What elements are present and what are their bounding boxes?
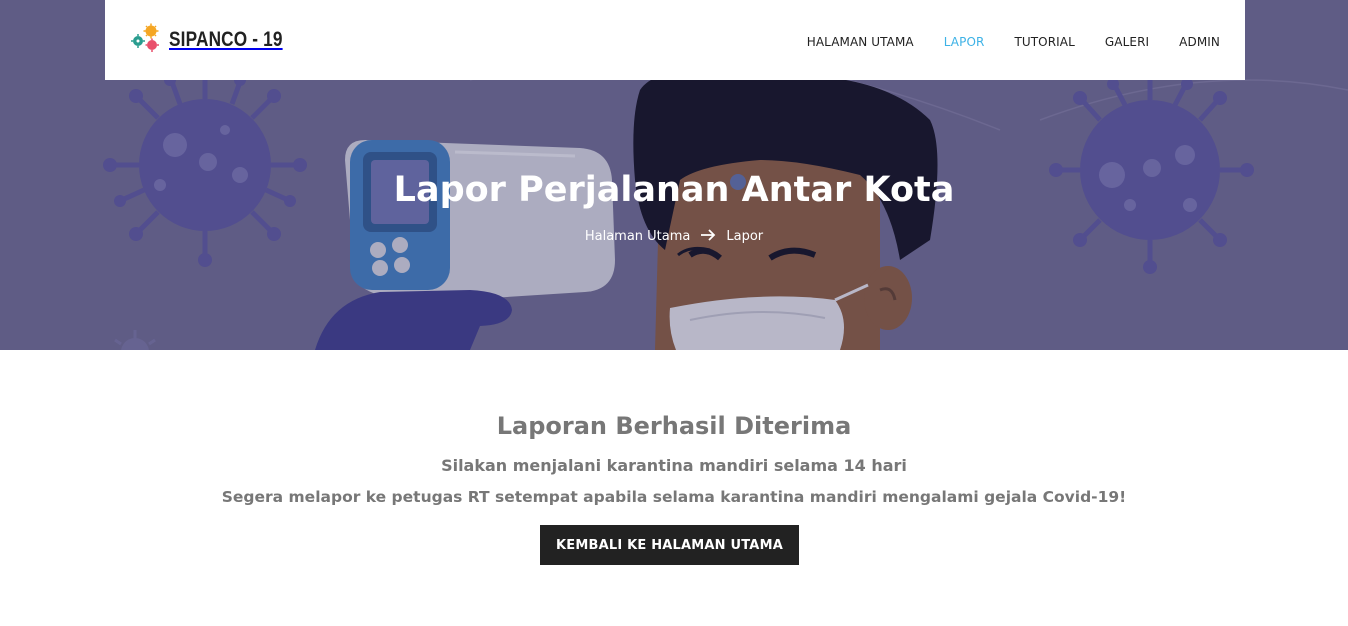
back-to-home-button[interactable]: KEMBALI KE HALAMAN UTAMA [540, 525, 799, 565]
nav-item-halaman-utama[interactable]: HALAMAN UTAMA [807, 35, 914, 49]
success-section: Laporan Berhasil Diterima Silakan menjal… [0, 350, 1348, 626]
virus-cluster-icon [129, 23, 161, 57]
success-title: Laporan Berhasil Diterima [496, 412, 852, 440]
brand-logo-link[interactable]: SIPANCO - 19 [129, 23, 308, 57]
navbar: SIPANCO - 19 HALAMAN UTAMA LAPOR TUTORIA… [105, 0, 1245, 80]
quarantine-message: Silakan menjalani karantina mandiri sela… [441, 456, 907, 475]
breadcrumb: Halaman Utama Lapor [0, 228, 1348, 244]
page-title: Lapor Perjalanan Antar Kota [393, 170, 955, 210]
report-rt-message: Segera melapor ke petugas RT setempat ap… [221, 488, 1127, 506]
breadcrumb-home-link[interactable]: Halaman Utama [585, 229, 691, 244]
nav-item-tutorial[interactable]: TUTORIAL [1014, 35, 1074, 49]
brand-name: SIPANCO - 19 [169, 28, 283, 51]
nav-item-galeri[interactable]: GALERI [1105, 35, 1149, 49]
nav-item-lapor[interactable]: LAPOR [944, 35, 985, 49]
nav-item-admin[interactable]: ADMIN [1179, 35, 1220, 49]
arrow-right-icon [700, 228, 716, 244]
breadcrumb-current: Lapor [726, 228, 764, 244]
nav-menu: HALAMAN UTAMA LAPOR TUTORIAL GALERI ADMI… [807, 31, 1220, 50]
